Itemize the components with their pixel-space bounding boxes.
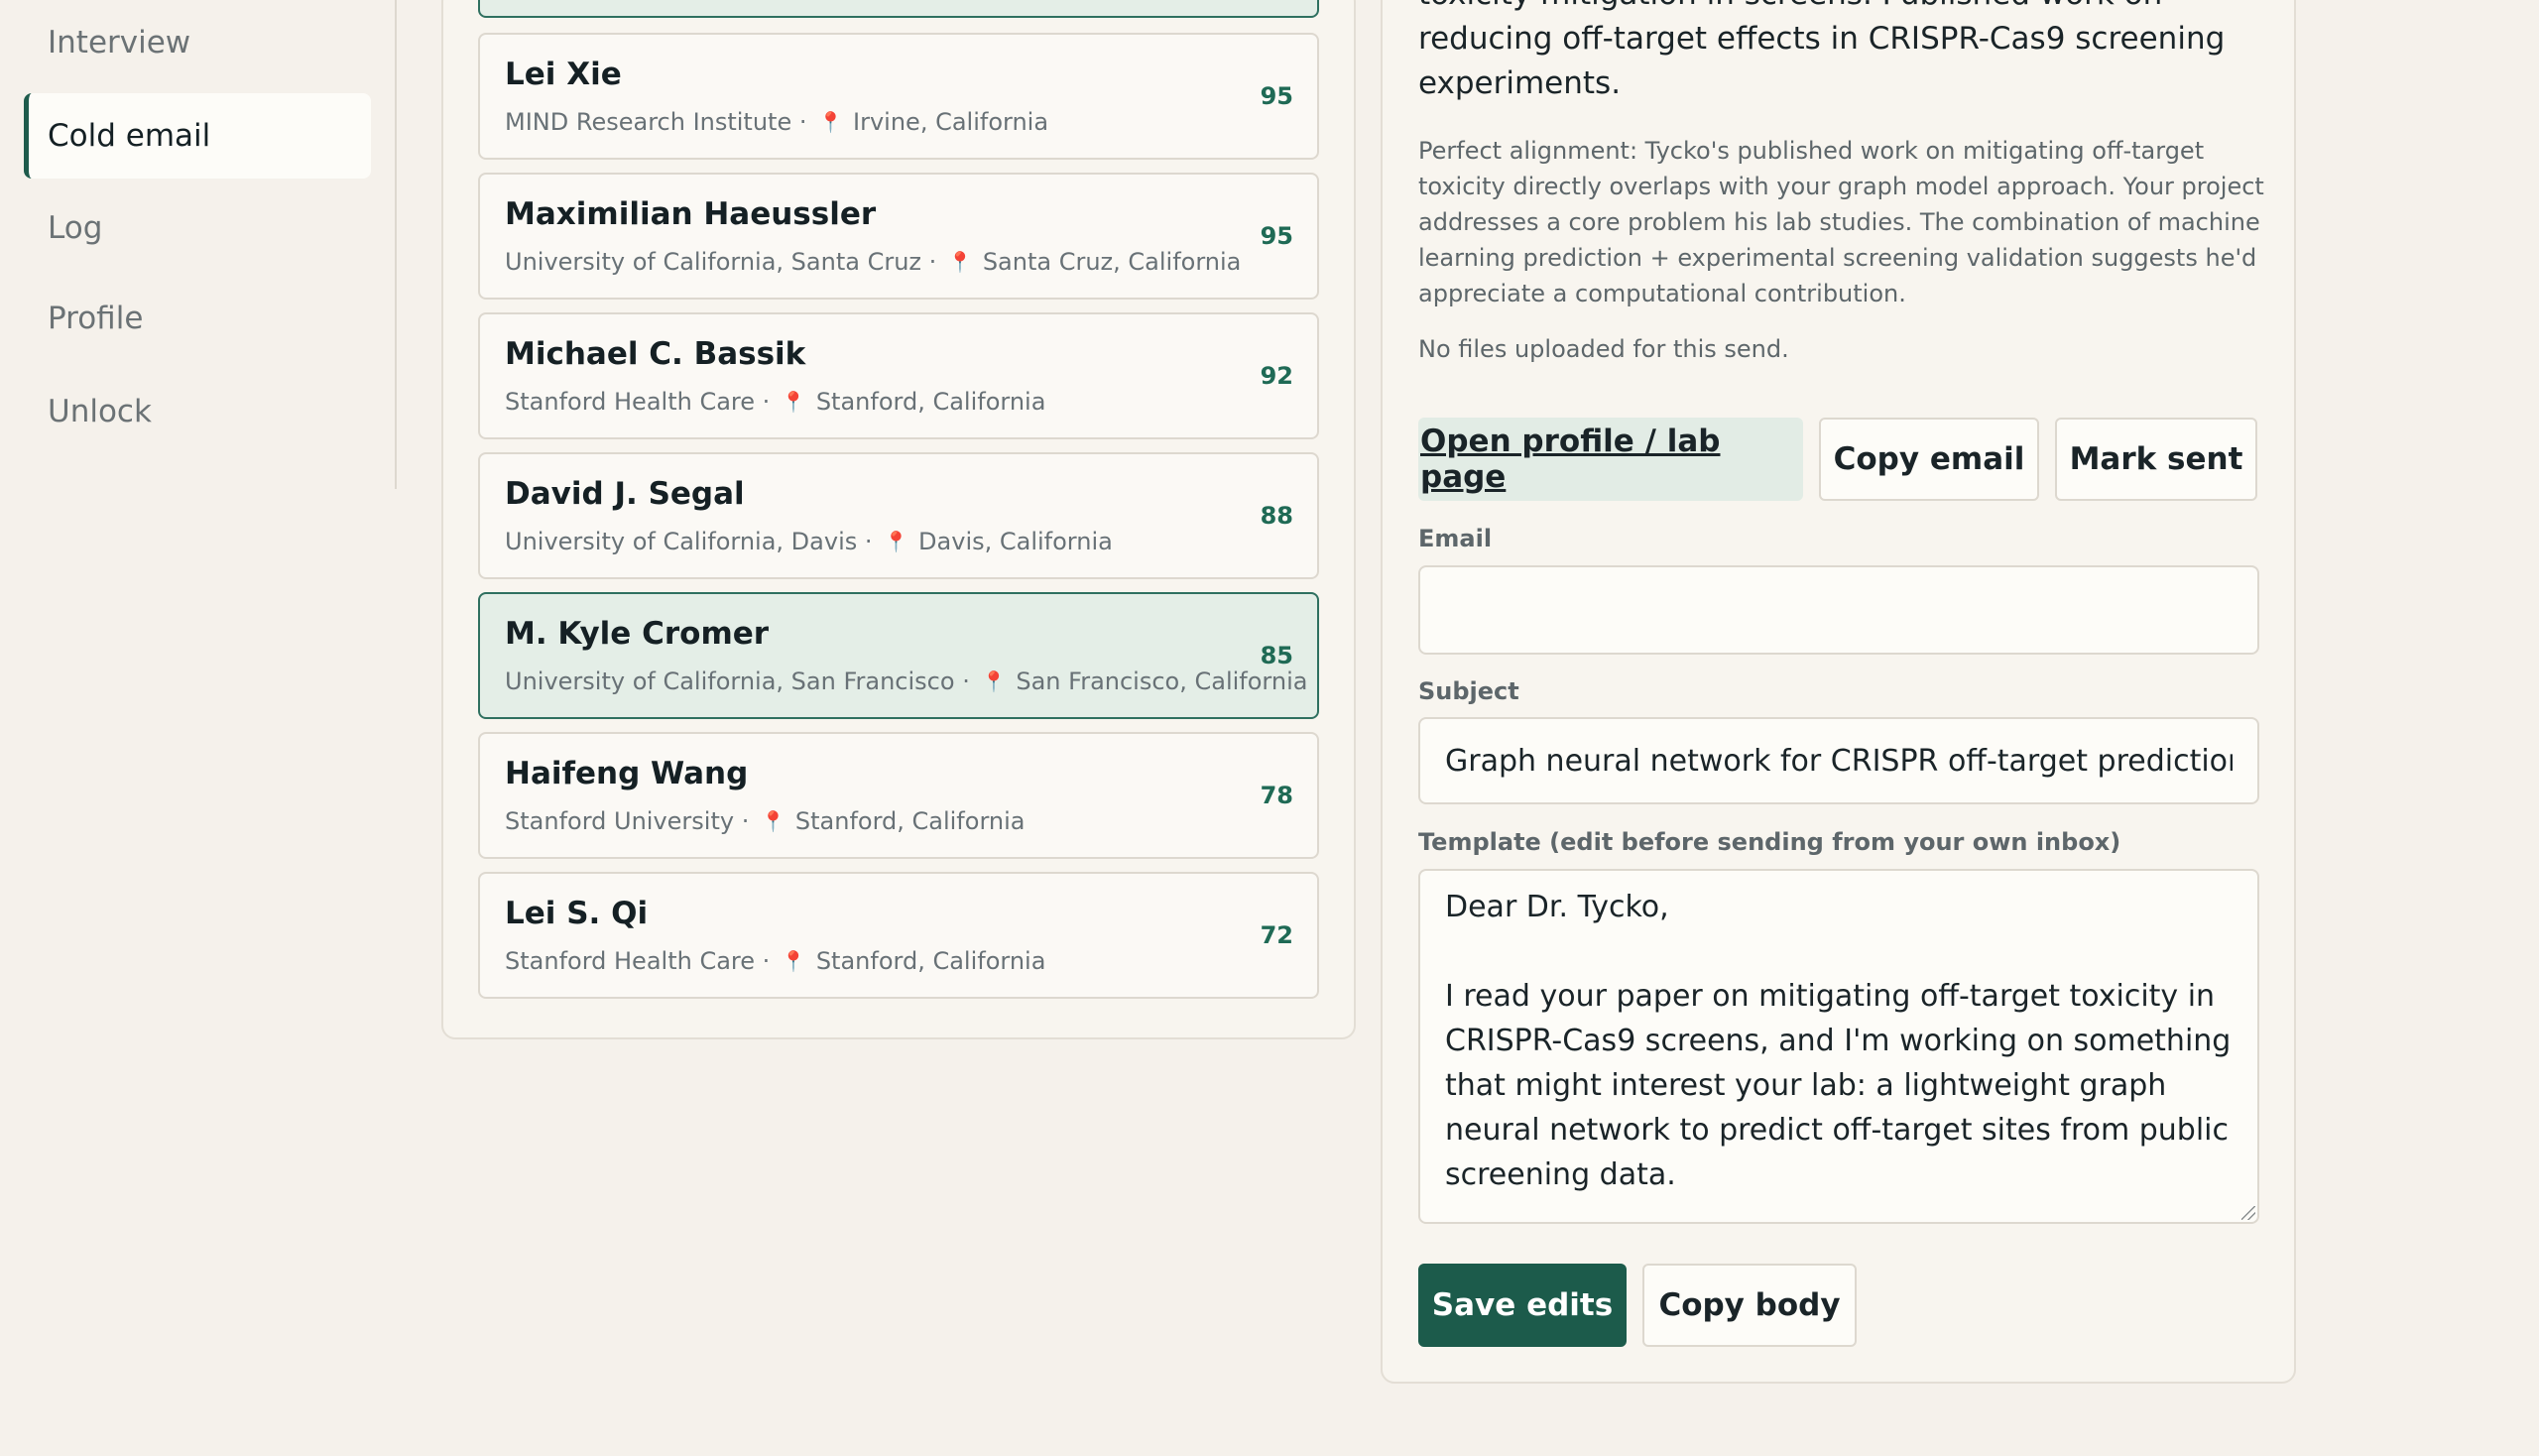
sidebar: Interview Cold email Log Profile Unlock <box>0 0 397 489</box>
match-meta: University of California, Davis · 📍 Davis… <box>505 528 1113 555</box>
match-card[interactable]: Maximilian Haeussler University of Calif… <box>478 173 1319 300</box>
location-pin-icon: 📍 <box>981 669 1007 693</box>
location-pin-icon: 📍 <box>884 530 909 553</box>
match-institution: University of California, San Francisco <box>505 667 955 695</box>
location-pin-icon: 📍 <box>818 110 844 134</box>
match-card-selected[interactable]: M. Kyle Cromer University of California,… <box>478 592 1319 719</box>
match-name: M. Kyle Cromer <box>505 616 770 652</box>
match-meta: University of California, Santa Cruz · 📍… <box>505 248 1242 276</box>
match-name: Michael C. Bassik <box>505 336 806 372</box>
template-label: Template (edit before sending from your … <box>1418 828 2121 856</box>
email-label: Email <box>1418 525 1493 552</box>
match-name: Haifeng Wang <box>505 756 749 791</box>
template-body-textarea[interactable]: Dear Dr. Tycko, I read your paper on mit… <box>1418 869 2259 1224</box>
subject-field[interactable] <box>1418 717 2259 804</box>
location-pin-icon: 📍 <box>947 250 973 274</box>
match-name: Lei S. Qi <box>505 896 649 931</box>
match-institution: Stanford University <box>505 807 735 835</box>
match-card[interactable]: David J. Segal University of California,… <box>478 452 1319 579</box>
copy-body-button[interactable]: Copy body <box>1642 1264 1857 1347</box>
match-location: San Francisco, California <box>1016 667 1308 695</box>
match-institution: University of California, Santa Cruz <box>505 248 922 276</box>
match-summary: toxicity mitigation in screens. Publishe… <box>1418 0 2226 101</box>
match-location: Davis, California <box>918 528 1113 555</box>
sidebar-item-interview[interactable]: Interview <box>24 0 371 85</box>
match-name: David J. Segal <box>505 476 745 512</box>
sidebar-item-log[interactable]: Log <box>24 185 371 271</box>
match-location: Irvine, California <box>853 108 1049 136</box>
match-score: 95 <box>1260 82 1293 110</box>
match-name: Maximilian Haeussler <box>505 196 877 232</box>
match-location: Santa Cruz, California <box>982 248 1242 276</box>
match-meta: Stanford Health Care · 📍 Stanford, Califo… <box>505 388 1046 416</box>
match-card[interactable]: Haifeng Wang Stanford University · 📍 Stan… <box>478 732 1319 859</box>
match-institution: MIND Research Institute <box>505 108 792 136</box>
location-pin-icon: 📍 <box>781 949 806 973</box>
match-score: 72 <box>1260 921 1293 949</box>
match-score: 78 <box>1260 782 1293 809</box>
match-card[interactable]: Michael C. Bassik Stanford Health Care ·… <box>478 312 1319 439</box>
sidebar-item-cold-email[interactable]: Cold email <box>24 93 371 179</box>
location-pin-icon: 📍 <box>760 809 786 833</box>
files-note: No files uploaded for this send. <box>1418 335 1789 363</box>
match-meta: University of California, San Francisco … <box>505 667 1308 695</box>
match-meta: MIND Research Institute · 📍 Irvine, Calif… <box>505 108 1049 136</box>
resize-handle-icon[interactable] <box>2241 1206 2255 1220</box>
match-location: Stanford, California <box>815 947 1046 975</box>
match-institution: University of California, Davis <box>505 528 858 555</box>
match-score: 88 <box>1260 502 1293 530</box>
match-location: Stanford, California <box>794 807 1026 835</box>
save-edits-button[interactable]: Save edits <box>1418 1264 1627 1347</box>
match-card[interactable]: Lei Xie MIND Research Institute · 📍 Irvin… <box>478 33 1319 160</box>
match-score: 95 <box>1260 222 1293 250</box>
match-name: Lei Xie <box>505 57 622 92</box>
match-meta: Stanford University · 📍 Stanford, Califor… <box>505 807 1026 835</box>
match-institution: Stanford Health Care <box>505 388 756 416</box>
match-score: 85 <box>1260 642 1293 669</box>
match-score: 92 <box>1260 362 1293 390</box>
copy-email-button[interactable]: Copy email <box>1819 418 2039 501</box>
open-profile-button[interactable]: Open profile / lab page <box>1418 418 1803 501</box>
sidebar-item-unlock[interactable]: Unlock <box>24 369 371 454</box>
sidebar-item-profile[interactable]: Profile <box>24 276 371 361</box>
match-card[interactable]: Lei S. Qi Stanford Health Care · 📍 Stanfo… <box>478 872 1319 999</box>
match-rationale: Perfect alignment: Tycko's published wor… <box>1418 137 2264 307</box>
email-field[interactable] <box>1418 565 2259 655</box>
mark-sent-button[interactable]: Mark sent <box>2055 418 2257 501</box>
match-location: Stanford, California <box>815 388 1046 416</box>
subject-label: Subject <box>1418 677 1519 705</box>
match-institution: Stanford Health Care <box>505 947 756 975</box>
match-meta: Stanford Health Care · 📍 Stanford, Califo… <box>505 947 1046 975</box>
match-card-hidden-top[interactable] <box>478 0 1319 18</box>
location-pin-icon: 📍 <box>781 390 806 414</box>
